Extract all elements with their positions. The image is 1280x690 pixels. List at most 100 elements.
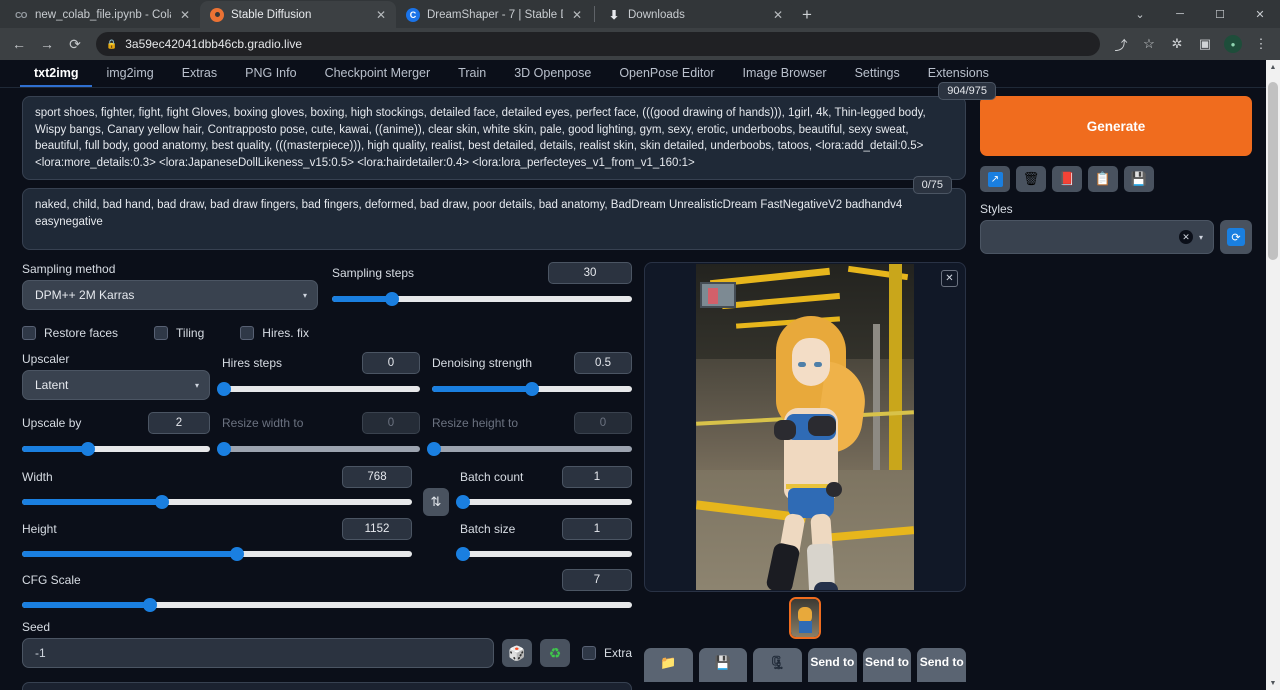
tab-checkpoint-merger[interactable]: Checkpoint Merger — [311, 64, 445, 87]
close-icon[interactable]: ✕ — [374, 9, 388, 21]
tab-settings[interactable]: Settings — [841, 64, 914, 87]
close-icon[interactable]: ✕ — [771, 9, 785, 21]
swap-dimensions-button[interactable]: ⇅ — [423, 488, 449, 516]
paste-icon[interactable]: 📕 — [1052, 166, 1082, 192]
sampling-steps-slider[interactable] — [332, 296, 632, 302]
restore-faces-checkbox[interactable]: Restore faces — [22, 326, 118, 340]
upscaler-dropdown[interactable]: Latent ▾ — [22, 370, 210, 400]
sampling-steps-group: Sampling steps 30 — [332, 262, 632, 302]
save-style-icon[interactable]: 💾 — [1124, 166, 1154, 192]
prompt-action-buttons: ↗ 🗑 📕 📋 💾 — [980, 166, 1252, 192]
back-icon[interactable]: ← — [6, 31, 32, 57]
tab-openpose-editor[interactable]: OpenPose Editor — [605, 64, 728, 87]
width-value[interactable]: 768 — [342, 466, 412, 488]
save-zip-button[interactable]: 🗜 — [753, 648, 802, 682]
bookmark-star-icon[interactable]: ☆ — [1136, 31, 1162, 57]
extra-seed-checkbox[interactable]: Extra — [582, 646, 632, 660]
scrollbar-thumb[interactable] — [1268, 82, 1278, 260]
side-panel-icon[interactable]: ▣ — [1192, 31, 1218, 57]
batch-size-slider[interactable] — [460, 551, 632, 557]
generate-button[interactable]: Generate — [980, 96, 1252, 156]
close-icon[interactable]: ✕ — [178, 9, 192, 21]
minimize-button[interactable]: ─ — [1160, 0, 1200, 28]
scroll-down-arrow[interactable]: ▼ — [1266, 676, 1280, 690]
address-bar[interactable]: 🔒 3a59ec42041dbb46cb.gradio.live — [96, 32, 1100, 56]
cfg-scale-value[interactable]: 7 — [562, 569, 632, 591]
civitai-icon: C — [406, 8, 420, 22]
adetailer-accordion[interactable]: ADetailer ◀ — [22, 682, 632, 690]
browser-tab-downloads[interactable]: ⬇ Downloads ✕ — [597, 1, 793, 28]
cfg-scale-slider[interactable] — [22, 602, 632, 608]
tab-search-icon[interactable]: ⌄ — [1120, 0, 1160, 28]
extensions-puzzle-icon[interactable]: ✲ — [1164, 31, 1190, 57]
batch-size-value[interactable]: 1 — [562, 518, 632, 540]
browser-tab-stable-diffusion[interactable]: Stable Diffusion ✕ — [200, 1, 396, 28]
tab-image-browser[interactable]: Image Browser — [729, 64, 841, 87]
tab-train[interactable]: Train — [444, 64, 500, 87]
generated-image[interactable] — [696, 264, 914, 590]
profile-avatar[interactable]: ● — [1220, 31, 1246, 57]
forward-icon[interactable]: → — [34, 31, 60, 57]
open-folder-button[interactable]: 📁 — [644, 648, 693, 682]
dice-icon[interactable]: 🎲 — [502, 639, 532, 667]
resize-width-value[interactable]: 0 — [362, 412, 420, 434]
hires-fix-checkbox[interactable]: Hires. fix — [240, 326, 309, 340]
styles-dropdown[interactable]: ✕ ▾ — [980, 220, 1214, 254]
width-slider[interactable] — [22, 499, 412, 505]
hires-steps-value[interactable]: 0 — [362, 352, 420, 374]
height-slider[interactable] — [22, 551, 412, 557]
denoising-strength-slider[interactable] — [432, 386, 632, 392]
resize-width-label: Resize width to — [222, 416, 362, 430]
close-icon[interactable]: ✕ — [570, 9, 584, 21]
chevron-down-icon: ▾ — [1199, 233, 1203, 242]
resize-height-slider[interactable] — [432, 446, 632, 452]
extra-label: Extra — [604, 646, 632, 660]
sampling-steps-value[interactable]: 30 — [548, 262, 632, 284]
resize-height-value[interactable]: 0 — [574, 412, 632, 434]
height-value[interactable]: 1152 — [342, 518, 412, 540]
tiling-checkbox[interactable]: Tiling — [154, 326, 204, 340]
gallery-thumbnail[interactable] — [789, 597, 821, 639]
batch-count-value[interactable]: 1 — [562, 466, 632, 488]
seed-input[interactable]: -1 — [22, 638, 494, 668]
scroll-up-arrow[interactable]: ▲ — [1266, 60, 1280, 74]
maximize-button[interactable]: ☐ — [1200, 0, 1240, 28]
hires-steps-slider[interactable] — [222, 386, 420, 392]
tab-png-info[interactable]: PNG Info — [231, 64, 310, 87]
checkbox-box — [582, 646, 596, 660]
generated-image-container[interactable]: ✕ — [644, 262, 966, 592]
send-to-extras-button[interactable]: Send to — [917, 648, 966, 682]
resize-width-slider[interactable] — [222, 446, 420, 452]
clear-icon[interactable]: ✕ — [1179, 230, 1193, 244]
browser-menu-icon[interactable]: ⋮ — [1248, 31, 1274, 57]
browser-tab-colab[interactable]: CO new_colab_file.ipynb - Colaborat ✕ — [4, 1, 200, 28]
negative-prompt-input[interactable]: naked, child, bad hand, bad draw, bad dr… — [22, 188, 966, 250]
tab-img2img[interactable]: img2img — [92, 64, 167, 87]
trash-icon[interactable]: 🗑 — [1016, 166, 1046, 192]
reload-icon[interactable]: ⟳ — [62, 31, 88, 57]
upscale-by-slider[interactable] — [22, 446, 210, 452]
batch-count-slider[interactable] — [460, 499, 632, 505]
share-icon[interactable]: ⤴ — [1108, 31, 1134, 57]
send-to-img2img-button[interactable]: Send to — [808, 648, 857, 682]
upscale-by-value[interactable]: 2 — [148, 412, 210, 434]
refresh-styles-button[interactable]: ⟳ — [1220, 220, 1252, 254]
prompt-input[interactable]: sport shoes, fighter, fight, fight Glove… — [22, 96, 966, 180]
page-scrollbar[interactable]: ▲ ▼ — [1266, 60, 1280, 690]
save-button[interactable]: 💾 — [699, 648, 748, 682]
tab-extras[interactable]: Extras — [168, 64, 231, 87]
clipboard-icon[interactable]: 📋 — [1088, 166, 1118, 192]
sd-tab-bar: txt2img img2img Extras PNG Info Checkpoi… — [0, 60, 1266, 88]
recycle-icon[interactable]: ♻ — [540, 639, 570, 667]
send-to-inpaint-button[interactable]: Send to — [863, 648, 912, 682]
tab-txt2img[interactable]: txt2img — [20, 64, 92, 87]
new-tab-button[interactable]: + — [793, 1, 821, 28]
browser-tab-dreamshaper[interactable]: C DreamShaper - 7 | Stable Diffusio ✕ — [396, 1, 592, 28]
tab-3d-openpose[interactable]: 3D Openpose — [500, 64, 605, 87]
close-icon[interactable]: ✕ — [941, 270, 958, 287]
parameters-panel: Sampling method DPM++ 2M Karras ▾ Sampli… — [22, 262, 632, 690]
close-window-button[interactable]: ✕ — [1240, 0, 1280, 28]
arrow-up-icon[interactable]: ↗ — [980, 166, 1010, 192]
sampling-method-dropdown[interactable]: DPM++ 2M Karras ▾ — [22, 280, 318, 310]
denoising-strength-value[interactable]: 0.5 — [574, 352, 632, 374]
